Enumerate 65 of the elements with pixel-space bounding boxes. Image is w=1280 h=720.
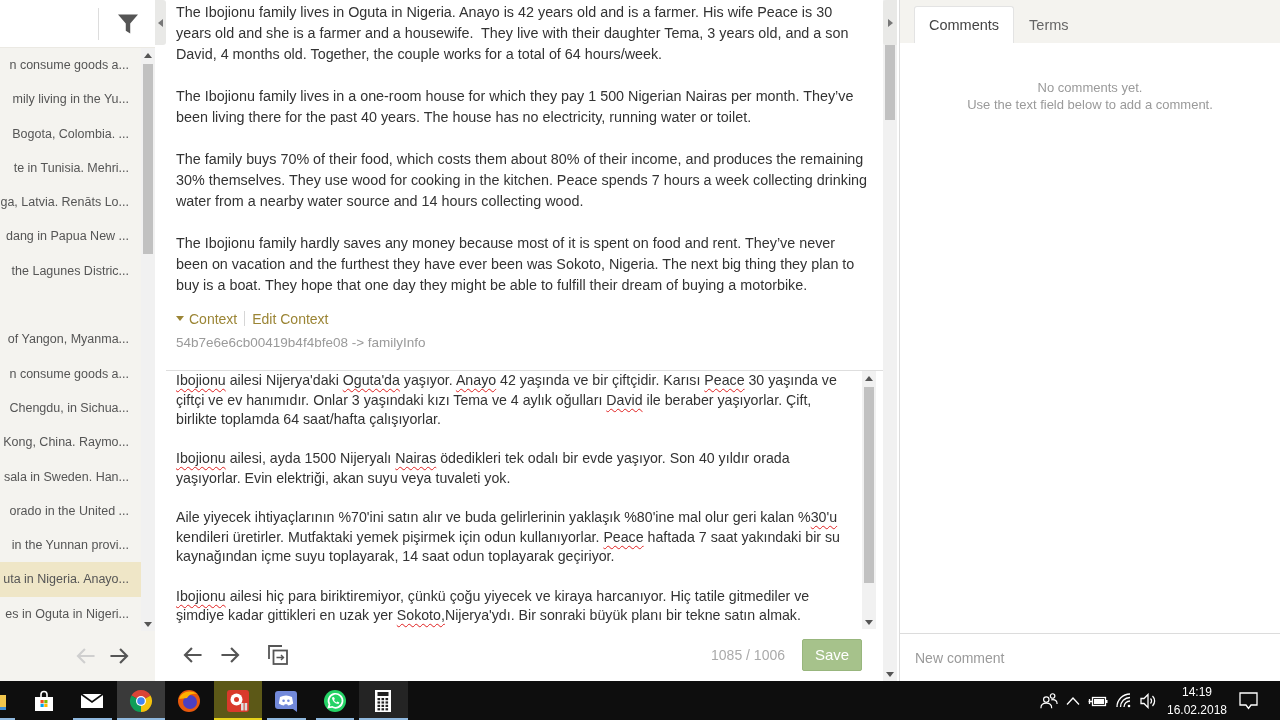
battery-icon[interactable] xyxy=(1088,694,1108,707)
translation-field[interactable]: Ibojionu ailesi Nijerya'daki Oguta'da yaşıyor. Anayo 42 yaşında ve bir çiftçidir. Karısı Peace 30 yaşında ve çiftçi ve ev hanımıdır. Onlar 3 yaşındaki kızı Tema ve 4 aylık oğulları David ile beraber yaşıyorlar. Çift, birlikte toplamda 64 saat/hafta çalışıyorlar. Ibojionu ailesi, ayda 1500 Nijeryalı Nairas ödedikleri tek odalı bir evde yaşıyor. Son 40 yıldır orada yaşıyorlar. Evin elektriği, akan suyu veya tuvaleti yok. Aile yiyecek ihtiyaçlarının %70'ini satın alır ve buda gelirlerinin yaklaşık %80'ine mal olur geri kalan %30'u kendileri üretirler. Mutfaktaki yemek pişirmek için odun kullanıyorlar. Peace haftada 7 saat yakındaki bir su kaynağından içme suyu toplayarak, 14 saat odun toplayarak geçiriyor. Ibojionu ailesi hiç para biriktiremiyor, çünkü çoğu yiyecek ve kiraya harcanıyor. Hiç tatile gitmediler ve şimdiye kadar gittikleri en uzak yer Sokoto,Nijerya'ydı. Bir sonraki büyük planı bir tekne satın almak. xyxy=(166,371,862,629)
source-paragraph: The Ibojionu family hardly saves any money because most of it is spent on food and rent. They’ve never been on vacation and the furthest they have ever been was Sokoto, Nigeria. The next big thing they plan to buy is a boat. They hope that one day they might be able to fulfill their dream of buying a motorbike. xyxy=(176,234,856,295)
sidebar-item[interactable]: Kong, China. Raymo... xyxy=(0,425,141,460)
scrollbar-thumb[interactable] xyxy=(141,64,155,254)
edit-context-link[interactable]: Edit Context xyxy=(252,310,329,327)
collapse-handle[interactable] xyxy=(883,0,897,45)
sidebar-item[interactable]: uta in Nigeria. Anayo... xyxy=(0,562,141,597)
caret-down-icon[interactable] xyxy=(144,621,152,627)
caret-left-icon[interactable] xyxy=(158,18,163,27)
caret-down-icon[interactable] xyxy=(176,316,184,321)
source-paragraph: The Ibojionu family lives in a one-room house for which they pay 1 500 Nigerian Nairas per month. They’ve been living there for the past 40 years. The house has no electricity, running water or toilet. xyxy=(176,87,855,127)
gamepad-icon[interactable] xyxy=(274,688,299,713)
panel-tab[interactable]: Terms xyxy=(1014,6,1084,43)
sidebar-item[interactable]: ga, Latvia. Renāts Lo... xyxy=(0,185,141,220)
arrow-right-icon[interactable] xyxy=(220,646,240,663)
sidebar-item[interactable]: in the Yunnan provi... xyxy=(0,528,141,563)
empty-message: Use the text field below to add a comment. xyxy=(967,96,1213,113)
taskbar-button[interactable] xyxy=(359,681,408,720)
app-tile-icon[interactable] xyxy=(225,688,250,713)
sidebar-item[interactable]: of Yangon, Myanma... xyxy=(0,322,141,357)
panel-tab[interactable]: Comments xyxy=(914,6,1015,43)
caret-up-icon[interactable] xyxy=(144,52,152,58)
scrollbar[interactable] xyxy=(862,371,876,629)
scrollbar[interactable] xyxy=(883,0,897,681)
scrollbar-thumb[interactable] xyxy=(862,387,876,583)
sidebar-item[interactable]: orado in the United ... xyxy=(0,493,141,529)
caret-down-icon[interactable] xyxy=(886,671,894,677)
taskbar-button[interactable] xyxy=(116,681,165,720)
caret-up-icon[interactable] xyxy=(865,375,873,381)
notification-icon[interactable] xyxy=(1239,691,1258,710)
sidebar-item[interactable]: es in Oguta in Nigeri... xyxy=(0,596,141,631)
sidebar-item[interactable]: the Lagunes Distric... xyxy=(0,253,141,289)
copy-icon[interactable] xyxy=(268,644,288,665)
clock-time[interactable]: 14:19 xyxy=(1182,682,1212,701)
taskbar-button[interactable] xyxy=(213,681,262,720)
sidebar-item[interactable]: sala in Sweden. Han... xyxy=(0,459,141,494)
empty-message: No comments yet. xyxy=(1037,79,1143,96)
collapse-handle[interactable] xyxy=(155,0,166,45)
sidebar-item[interactable]: n consume goods a... xyxy=(0,356,141,391)
people-icon[interactable] xyxy=(1040,692,1058,709)
context-toggle[interactable]: Context xyxy=(176,310,238,327)
filter-icon[interactable] xyxy=(118,13,138,34)
arrow-left-icon[interactable] xyxy=(183,646,203,663)
string-key: 54b7e6e6cb00419b4f4bfe08 -> familyInfo xyxy=(176,332,869,353)
segmented-circle-icon[interactable] xyxy=(128,688,153,713)
wifi-icon[interactable] xyxy=(1116,693,1132,708)
globe-icon[interactable] xyxy=(177,688,202,713)
speaker-icon[interactable] xyxy=(1140,692,1156,709)
sidebar-item[interactable]: n consume goods a... xyxy=(0,48,141,83)
caret-right-icon[interactable] xyxy=(887,18,893,27)
sidebar-item[interactable]: te in Tunisia. Mehri... xyxy=(0,150,141,186)
phone-bubble-icon[interactable] xyxy=(322,688,347,713)
sidebar-item[interactable]: dang in Papua New ... xyxy=(0,219,141,254)
source-paragraph: The family buys 70% of their food, which costs them about 80% of their income, and produces the remaining 30% themselves. They use wood for cooking in the kitchen. Peace spends 7 hours a week collecting drinking water from a nearby water source and 14 hours collecting wood. xyxy=(176,150,869,211)
source-paragraph: The Ibojionu family lives in Oguta in Nigeria. Anayo is 42 years old and is a farmer. His wife Peace is 30 years old and she is a farmer and a housewife. They live with their daughter Tema, 3 years old, and a son David, 4 months old. Together, the couple works for a total of 64 hours/week. xyxy=(176,3,850,64)
chevron-up-icon[interactable] xyxy=(1066,696,1080,705)
sidebar-item[interactable]: Bogota, Colombia. ... xyxy=(0,116,141,151)
arrow-right-icon[interactable] xyxy=(109,648,129,664)
character-counter: 1085 / 1006 xyxy=(711,646,785,663)
sidebar-item[interactable]: Chengdu, in Sichua... xyxy=(0,390,141,426)
sidebar-item[interactable]: mily living in the Yu... xyxy=(0,82,141,117)
scrollbar-thumb[interactable] xyxy=(883,45,897,120)
clock-date[interactable]: 16.02.2018 xyxy=(1166,700,1228,719)
caret-down-icon[interactable] xyxy=(865,619,873,625)
